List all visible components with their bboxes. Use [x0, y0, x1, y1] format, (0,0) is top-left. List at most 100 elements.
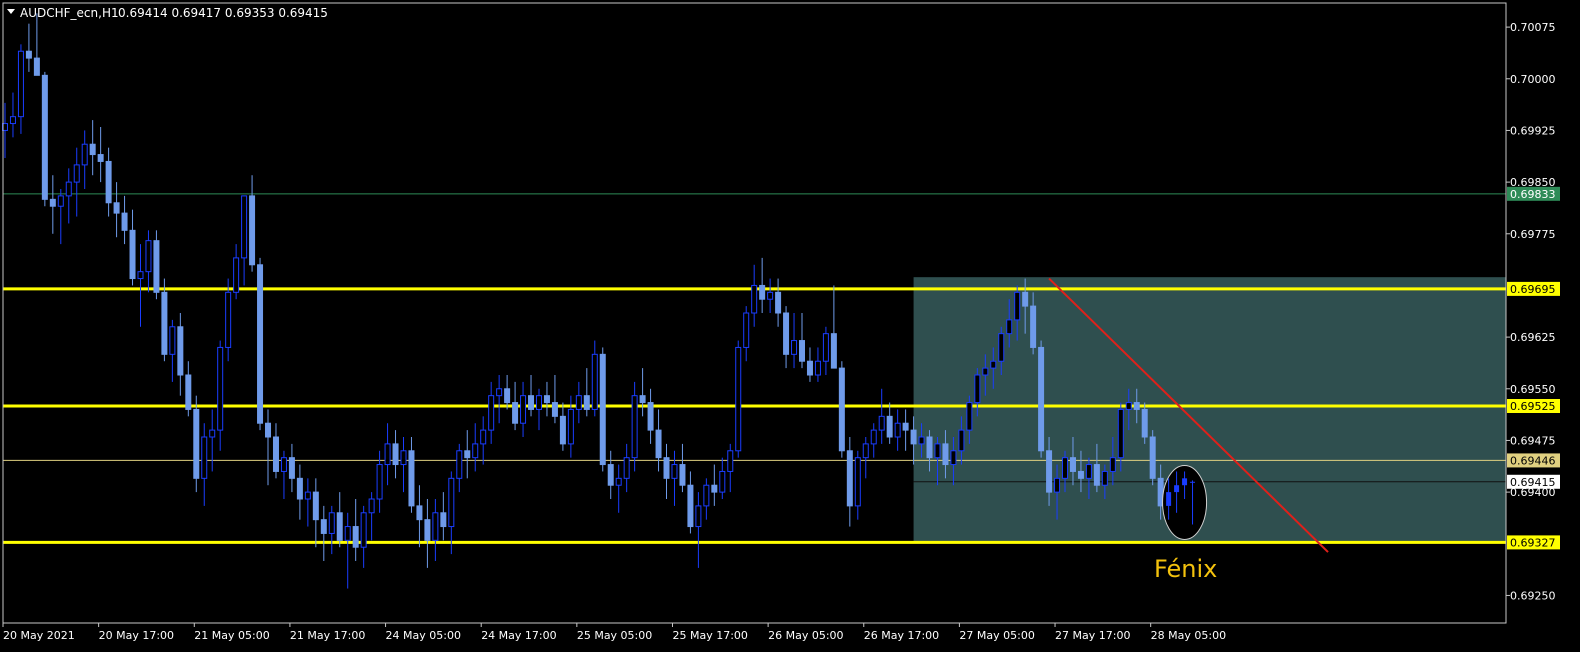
price-tag-0.69695: 0.69695	[1510, 283, 1556, 296]
candle-body	[424, 519, 431, 541]
candle-body	[288, 457, 295, 479]
x-tick-label: 24 May 17:00	[481, 629, 556, 642]
x-tick-label: 25 May 17:00	[672, 629, 747, 642]
candle-body	[607, 464, 614, 486]
candle-body	[33, 57, 40, 76]
x-tick-label: 26 May 05:00	[768, 629, 843, 642]
y-tick-label: 0.70000	[1510, 73, 1556, 86]
candle-body	[687, 484, 694, 528]
candle-body	[368, 498, 375, 514]
candle-body	[934, 443, 941, 459]
x-tick-label: 24 May 05:00	[386, 629, 461, 642]
candle-body	[567, 408, 574, 445]
fenix-label: Fénix	[1154, 555, 1217, 583]
candle-body	[591, 353, 598, 410]
candle-body	[17, 50, 24, 118]
candle-body	[97, 154, 104, 162]
candle-body	[336, 512, 343, 541]
candle-body	[241, 195, 248, 259]
candle-body	[870, 429, 877, 445]
candle-body	[575, 395, 582, 410]
x-tick-label: 21 May 05:00	[194, 629, 269, 642]
candle-body	[376, 464, 383, 500]
candle-body	[89, 143, 96, 156]
candle-body	[551, 402, 558, 417]
candle-body	[695, 505, 702, 528]
candle-body	[57, 195, 64, 207]
candle-body	[854, 457, 861, 507]
candle-body	[830, 333, 837, 369]
price-tag-0.69327: 0.69327	[1510, 536, 1556, 549]
candle-body	[137, 271, 144, 280]
candle-body	[559, 415, 566, 445]
candle-body	[280, 457, 287, 472]
candle-body	[217, 346, 224, 431]
y-tick-label: 0.69925	[1510, 124, 1556, 137]
candle-body	[265, 422, 272, 438]
chart-symbol: AUDCHF_ecn,H1	[20, 6, 119, 20]
candle-body	[129, 229, 136, 280]
candle-body	[41, 74, 48, 200]
candle-body	[926, 436, 933, 459]
candle-body	[169, 326, 176, 355]
candle-body	[257, 264, 264, 424]
candle-body	[464, 450, 471, 459]
candle-body	[440, 512, 447, 528]
candle-body	[193, 408, 200, 479]
candle-body	[496, 388, 503, 397]
candle-body	[958, 429, 965, 452]
candle-body	[655, 429, 662, 459]
candle-body	[822, 333, 829, 362]
candle-body	[320, 519, 327, 534]
x-tick-label: 20 May 2021	[3, 629, 75, 642]
candle-body	[153, 240, 160, 293]
candle-body	[360, 512, 367, 548]
price-tag-0.69525: 0.69525	[1510, 400, 1556, 413]
x-tick-label: 21 May 17:00	[290, 629, 365, 642]
y-tick-label: 0.70075	[1510, 21, 1556, 34]
candle-body-front	[1190, 481, 1196, 483]
candle-body	[81, 143, 88, 166]
candle-body	[392, 443, 399, 466]
candle-body	[384, 443, 391, 466]
candle-body	[966, 402, 973, 431]
candle-body	[735, 346, 742, 452]
x-tick-label: 28 May 05:00	[1151, 629, 1226, 642]
candle-body	[1149, 436, 1156, 479]
candle-body	[1117, 408, 1124, 459]
price-chart[interactable]: 0.700750.700000.699250.698500.697750.696…	[0, 0, 1580, 652]
candle-body	[472, 443, 479, 459]
price-tag-0.69446: 0.69446	[1510, 454, 1556, 467]
candle-body	[727, 450, 734, 472]
candle-body	[145, 240, 152, 273]
candle-body	[990, 360, 997, 369]
candle-body	[998, 333, 1005, 362]
candle-body	[528, 395, 535, 410]
candle-body	[1054, 477, 1061, 493]
candle-body	[711, 484, 718, 493]
candle-body	[703, 484, 710, 507]
candle-body	[1069, 457, 1076, 472]
x-tick-label: 27 May 05:00	[959, 629, 1034, 642]
candle-body	[623, 457, 630, 479]
price-tag-0.69833: 0.69833	[1510, 188, 1556, 201]
candle-body	[535, 395, 542, 410]
candle-body	[408, 450, 415, 507]
candle-body	[743, 312, 750, 348]
candle-body	[1038, 346, 1045, 452]
candle-body	[759, 284, 766, 300]
candle-body	[1062, 457, 1069, 479]
x-tick-label: 20 May 17:00	[99, 629, 174, 642]
candle-body	[416, 505, 423, 521]
candle-body	[432, 512, 439, 541]
candle-body	[1093, 464, 1100, 486]
candle-body	[918, 436, 925, 445]
candle-body	[480, 429, 487, 445]
candle-body	[583, 395, 590, 410]
candle-body	[352, 526, 359, 548]
candle-body	[1022, 291, 1029, 307]
candle-body	[894, 422, 901, 438]
chart-ohlc: 0.69414 0.69417 0.69353 0.69415	[118, 6, 328, 20]
candle-body	[1030, 305, 1037, 348]
candle-body	[791, 340, 798, 355]
